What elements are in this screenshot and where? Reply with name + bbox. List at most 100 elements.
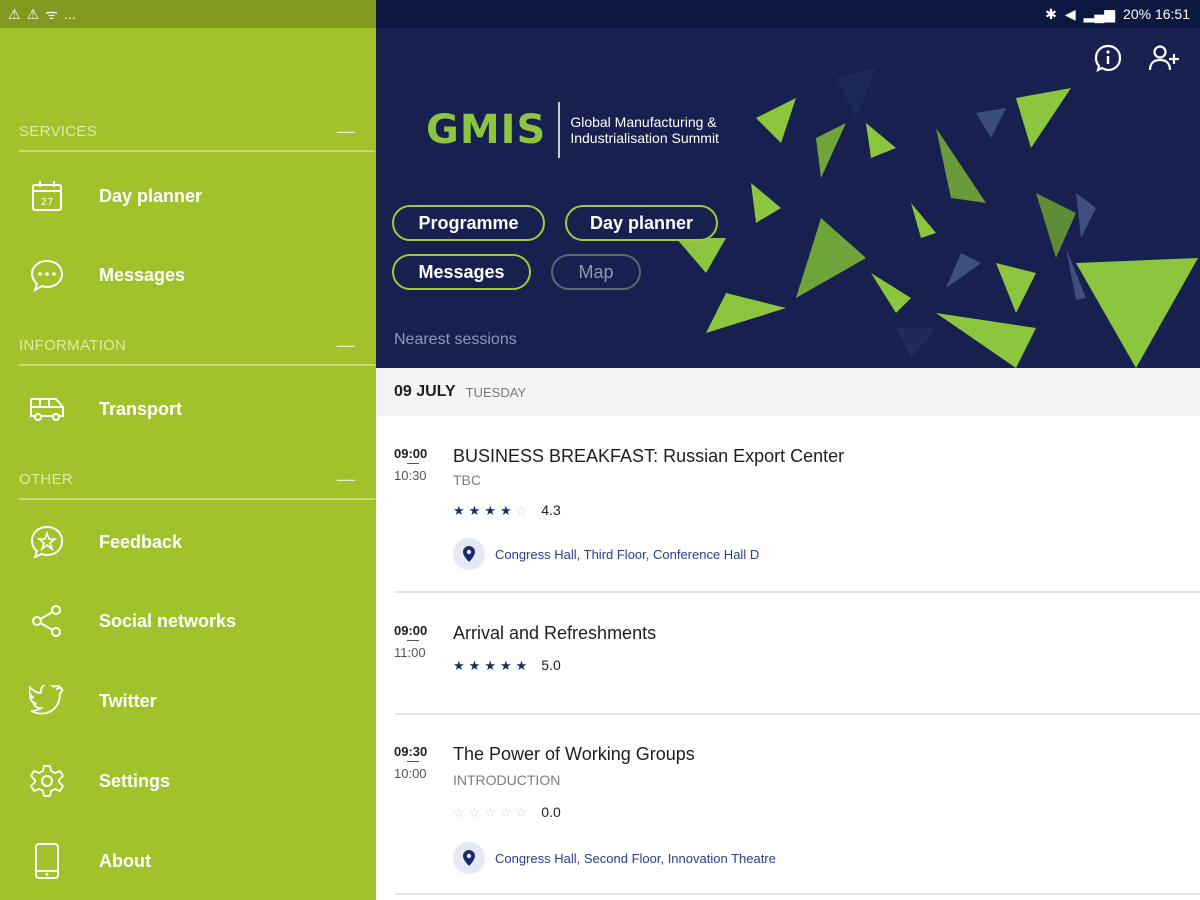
collapse-icon[interactable]: — <box>337 469 355 490</box>
session-times: 09:00 10:30 <box>394 446 434 483</box>
navigation-drawer: ⚠ ⚠ ᯤ ... SERVICES — 27 Day planner Mess… <box>0 0 376 900</box>
menu-label: Transport <box>99 398 183 419</box>
session-location[interactable]: Congress Hall, Second Floor, Innovation … <box>453 842 776 874</box>
calendar-day: 27 <box>41 197 54 208</box>
star-empty-icon: ☆ <box>484 804 496 820</box>
event-header: GMIS Global Manufacturing & Industrialis… <box>376 28 1200 368</box>
star-icon: ★ <box>453 657 465 673</box>
logo-mark: GMIS <box>426 107 547 153</box>
bluetooth-icon: ✱ <box>1045 5 1057 22</box>
time-separator <box>407 761 419 762</box>
programme-button[interactable]: Programme <box>392 205 545 241</box>
section-header-information[interactable]: INFORMATION — <box>19 326 375 366</box>
session-card[interactable]: 09:30 10:00 The Power of Working Groups … <box>376 715 1200 893</box>
star-empty-icon: ☆ <box>515 502 528 518</box>
menu-label: Feedback <box>99 531 183 552</box>
feedback-star-icon <box>28 523 66 561</box>
session-card[interactable]: 09:00 11:00 Arrival and Refreshments ★ ★… <box>376 593 1200 713</box>
weekday-label: TUESDAY <box>465 384 527 400</box>
session-location[interactable]: Congress Hall, Third Floor, Conference H… <box>453 538 759 570</box>
date-label: 09 JULY <box>394 383 456 400</box>
rating-value: 4.3 <box>541 502 561 518</box>
menu-item-feedback[interactable]: Feedback <box>0 512 376 572</box>
session-subtitle: TBC <box>453 472 481 488</box>
session-card[interactable]: 09:00 10:30 BUSINESS BREAKFAST: Russian … <box>376 416 1200 592</box>
session-times: 09:00 11:00 <box>394 623 434 660</box>
star-icon: ★ <box>499 657 512 673</box>
rating-value: 0.0 <box>541 804 561 820</box>
end-time: 11:00 <box>394 645 426 660</box>
star-icon: ★ <box>484 502 496 518</box>
map-button[interactable]: Map <box>551 254 641 290</box>
menu-label: Settings <box>99 770 171 791</box>
collapse-icon[interactable]: — <box>337 335 355 356</box>
star-icon: ★ <box>468 657 481 673</box>
session-rating: ☆ ☆ ☆ ☆ ☆ 0.0 <box>453 804 561 820</box>
gmis-logo: GMIS Global Manufacturing & Industrialis… <box>426 102 750 158</box>
section-title: OTHER <box>19 470 73 488</box>
chat-bubble-icon <box>28 256 66 294</box>
session-title: BUSINESS BREAKFAST: Russian Export Cente… <box>453 446 845 466</box>
star-icon: ★ <box>515 657 528 673</box>
signal-icon: ▂▄▆ <box>1083 5 1116 22</box>
menu-item-twitter[interactable]: Twitter <box>0 671 376 731</box>
menu-label: About <box>99 850 151 871</box>
mute-icon: ◀ <box>1064 5 1076 22</box>
menu-label: Messages <box>99 264 186 285</box>
start-time: 09:30 <box>394 744 428 759</box>
menu-label: Social networks <box>99 610 237 631</box>
messages-button[interactable]: Messages <box>392 254 531 290</box>
session-title: The Power of Working Groups <box>453 744 695 764</box>
menu-item-settings[interactable]: Settings <box>0 751 376 811</box>
collapse-icon[interactable]: — <box>337 121 355 142</box>
menu-item-day-planner[interactable]: 27 Day planner <box>0 166 376 226</box>
rating-value: 5.0 <box>541 657 561 673</box>
info-icon[interactable] <box>1092 42 1124 74</box>
session-rating: ★ ★ ★ ★ ★ 5.0 <box>453 657 561 673</box>
time-separator <box>407 463 419 464</box>
status-bar-right: ✱ ◀ ▂▄▆ 20% 16:51 <box>376 0 1200 28</box>
logo-text: Global Manufacturing & Industrialisation… <box>570 114 719 146</box>
star-empty-icon: ☆ <box>499 804 512 820</box>
wifi-icon: ᯤ <box>45 5 58 22</box>
menu-item-social-networks[interactable]: Social networks <box>0 591 376 651</box>
section-title: SERVICES <box>19 122 97 140</box>
section-header-other[interactable]: OTHER — <box>19 460 375 500</box>
star-icon: ★ <box>484 657 496 673</box>
bus-icon <box>28 390 66 428</box>
session-title: Arrival and Refreshments <box>453 623 657 643</box>
location-pin-icon <box>453 842 485 874</box>
section-header-services[interactable]: SERVICES — <box>19 112 375 152</box>
location-text: Congress Hall, Third Floor, Conference H… <box>495 546 760 562</box>
star-empty-icon: ☆ <box>468 804 481 820</box>
star-icon: ★ <box>453 502 465 518</box>
twitter-icon <box>28 682 66 720</box>
time-separator <box>407 640 419 641</box>
session-rating: ★ ★ ★ ★ ☆ 4.3 <box>453 502 561 518</box>
calendar-icon: 27 <box>28 177 66 215</box>
menu-item-transport[interactable]: Transport <box>0 379 376 439</box>
menu-item-messages[interactable]: Messages <box>0 245 376 305</box>
status-battery-time: 20% 16:51 <box>1123 6 1190 22</box>
section-title: INFORMATION <box>19 336 127 354</box>
start-time: 09:00 <box>394 446 428 461</box>
start-time: 09:00 <box>394 623 428 638</box>
warning-icon: ⚠ <box>26 6 40 22</box>
day-planner-button[interactable]: Day planner <box>565 205 718 241</box>
star-icon: ★ <box>499 502 512 518</box>
session-divider <box>395 893 1200 895</box>
session-times: 09:30 10:00 <box>394 744 434 781</box>
add-user-icon[interactable] <box>1148 42 1180 74</box>
session-subtitle: INTRODUCTION <box>453 772 561 788</box>
gear-icon <box>28 762 66 800</box>
date-header: 09 JULY TUESDAY <box>376 368 1200 416</box>
status-bar-left: ⚠ ⚠ ᯤ ... <box>0 0 376 28</box>
end-time: 10:00 <box>394 766 427 781</box>
nearest-sessions-label: Nearest sessions <box>394 331 517 348</box>
menu-label: Twitter <box>99 690 157 711</box>
status-more: ... <box>63 6 76 22</box>
share-icon <box>28 602 66 640</box>
menu-item-about[interactable]: About <box>0 831 376 891</box>
star-empty-icon: ☆ <box>515 804 528 820</box>
end-time: 10:30 <box>394 468 427 483</box>
